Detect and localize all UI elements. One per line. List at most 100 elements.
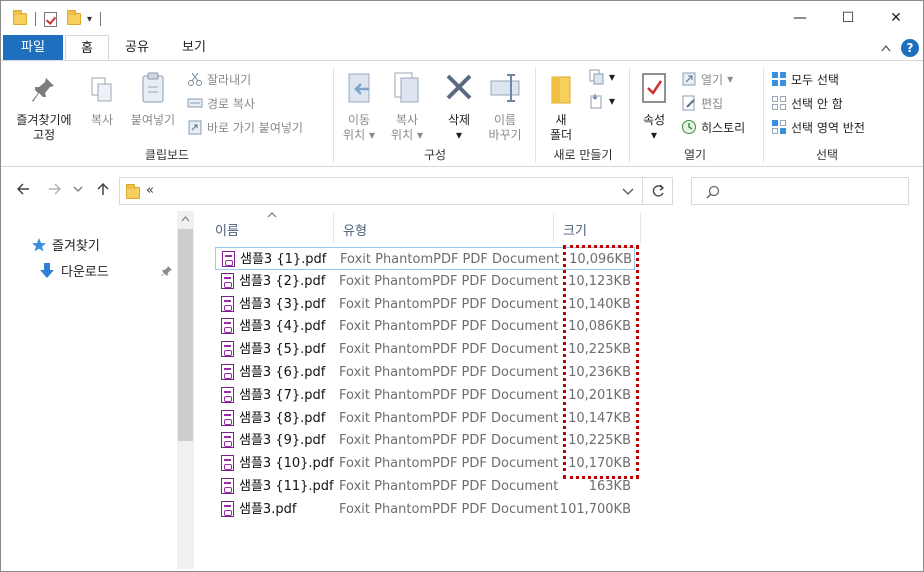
properties-button[interactable]: 속성 ▾ [633, 71, 675, 143]
cut-button[interactable]: 잘라내기 [187, 69, 251, 89]
new-folder-quick-icon[interactable] [67, 10, 81, 25]
maximize-button[interactable]: ☐ [825, 1, 871, 35]
column-header-name[interactable]: 이름 [206, 217, 333, 247]
folder-icon [126, 184, 140, 199]
favorites-label: 즐겨찾기 [52, 239, 100, 254]
column-header-size[interactable]: 크기 [554, 217, 640, 247]
tab-share[interactable]: 공유 [113, 35, 161, 61]
group-label-new: 새로 만들기 [553, 148, 613, 162]
rename-button[interactable]: 이름 바꾸기 [483, 71, 527, 143]
nav-item-downloads[interactable]: 다운로드 [39, 261, 109, 280]
file-name: 샘플3 {9}.pdf [239, 433, 326, 449]
file-type: Foxit PhantomPDF PDF Document [340, 252, 560, 267]
recent-locations-button[interactable] [73, 181, 83, 201]
nav-item-favorites[interactable]: 즐겨찾기 [31, 235, 100, 254]
file-type: Foxit PhantomPDF PDF Document [339, 365, 559, 380]
copy-path-button[interactable]: 경로 복사 [187, 93, 255, 113]
forward-button[interactable] [47, 181, 63, 201]
search-icon [706, 185, 720, 199]
tab-home[interactable]: 홈 [65, 35, 109, 61]
ribbon-divider [763, 67, 764, 163]
column-header-type[interactable]: 유형 [334, 217, 553, 247]
new-folder-label: 새 [555, 113, 567, 127]
pdf-file-icon [221, 364, 234, 380]
properties-label: 속성 [642, 113, 666, 127]
copy-label: 복사 [90, 113, 114, 127]
file-name: 샘플3 {3}.pdf [239, 296, 326, 312]
up-arrow-icon [97, 182, 109, 195]
file-type: Foxit PhantomPDF PDF Document [339, 273, 559, 289]
edit-button[interactable]: 편집 [681, 93, 723, 113]
move-to-button[interactable]: 이동 위치 ▾ [337, 71, 381, 143]
file-type: Foxit PhantomPDF PDF Document [339, 456, 559, 472]
pin-label: 즐겨찾기에 [16, 113, 72, 127]
file-size: 101,700KB [559, 501, 631, 517]
back-arrow-icon [16, 183, 29, 195]
new-item-icon [589, 69, 604, 85]
file-name: 샘플3 {7}.pdf [239, 387, 326, 403]
rename-label-2: 바꾸기 [488, 128, 522, 142]
new-item-button[interactable]: ▾ [589, 67, 615, 87]
refresh-icon [652, 184, 664, 197]
column-divider[interactable] [640, 213, 641, 243]
up-button[interactable] [95, 181, 111, 201]
help-icon[interactable]: ? [901, 39, 919, 57]
breadcrumb-overflow[interactable]: « [146, 183, 154, 198]
refresh-button[interactable] [643, 177, 673, 205]
new-folder-button[interactable]: 새 폴더 [539, 71, 583, 143]
ribbon: 즐겨찾기에 고정 복사 붙여넣기 잘라내기 경로 복사 바로 가기 붙여넣기 클… [1, 60, 923, 167]
paste-shortcut-label: 바로 가기 붙여넣기 [207, 120, 303, 135]
file-name: 샘플3 {6}.pdf [239, 365, 326, 380]
properties-check-icon [642, 73, 666, 103]
file-row[interactable]: 샘플3.pdf Foxit PhantomPDF PDF Document 101,… [215, 498, 635, 521]
easy-access-button[interactable]: ▾ [589, 91, 615, 111]
copy-button[interactable]: 복사 [85, 75, 119, 128]
scrollbar-thumb[interactable] [178, 229, 193, 441]
group-label-organize: 구성 [423, 148, 447, 162]
select-none-icon [772, 96, 786, 110]
file-name: 샘플3 {5}.pdf [239, 342, 326, 358]
ribbon-divider [629, 67, 630, 163]
copy-path-icon [187, 98, 203, 108]
properties-quick-icon[interactable] [44, 11, 57, 27]
file-type: Foxit PhantomPDF PDF Document [339, 501, 559, 517]
copy-to-button[interactable]: 복사 위치 ▾ [385, 71, 429, 143]
close-button[interactable]: ✕ [873, 1, 919, 35]
history-button[interactable]: 히스토리 [681, 117, 745, 137]
file-type: Foxit PhantomPDF PDF Document [339, 410, 559, 426]
paste-button[interactable]: 붙여넣기 [125, 71, 181, 128]
customize-toolbar-dropdown[interactable]: ▾ [87, 14, 92, 25]
delete-button[interactable]: 삭제 ▾ [437, 71, 481, 143]
chevron-down-icon [73, 186, 83, 192]
address-bar[interactable]: « [119, 177, 643, 205]
file-explorer-window: ▾ — ☐ ✕ 파일 홈 공유 보기 ? 즐겨찾기에 고정 복사 붙여넣기 잘라… [0, 0, 924, 572]
collapse-ribbon-icon[interactable] [881, 44, 891, 52]
back-button[interactable] [15, 181, 31, 201]
select-none-label: 선택 안 함 [791, 96, 843, 111]
paste-shortcut-button[interactable]: 바로 가기 붙여넣기 [187, 117, 303, 137]
open-button[interactable]: 열기 ▾ [681, 69, 733, 89]
tab-view[interactable]: 보기 [169, 35, 219, 61]
copy-to-label: 복사 [395, 113, 419, 127]
pdf-file-icon [221, 500, 234, 517]
properties-dropdown[interactable]: ▾ [633, 128, 675, 143]
scroll-up-icon[interactable] [181, 216, 190, 222]
copy-icon [91, 77, 112, 102]
ribbon-divider [333, 67, 334, 163]
address-toolbar: « [1, 173, 923, 209]
file-type: Foxit PhantomPDF PDF Document [339, 433, 559, 449]
delete-dropdown[interactable]: ▾ [437, 128, 481, 143]
pdf-file-icon [221, 386, 234, 403]
invert-selection-button[interactable]: 선택 영역 반전 [771, 117, 865, 137]
select-none-button[interactable]: 선택 안 함 [771, 93, 843, 113]
search-box[interactable] [691, 177, 909, 205]
new-item-dropdown: ▾ [609, 70, 616, 84]
tab-file[interactable]: 파일 [3, 35, 63, 61]
select-all-button[interactable]: 모두 선택 [771, 69, 839, 89]
edit-label: 편집 [701, 96, 724, 111]
navigation-pane: 즐겨찾기 다운로드 [1, 211, 196, 571]
minimize-button[interactable]: — [777, 1, 823, 35]
address-dropdown-icon[interactable] [622, 187, 634, 197]
pin-to-quick-access-button[interactable]: 즐겨찾기에 고정 [7, 75, 81, 143]
file-name: 샘플3 {10}.pdf [239, 456, 334, 472]
